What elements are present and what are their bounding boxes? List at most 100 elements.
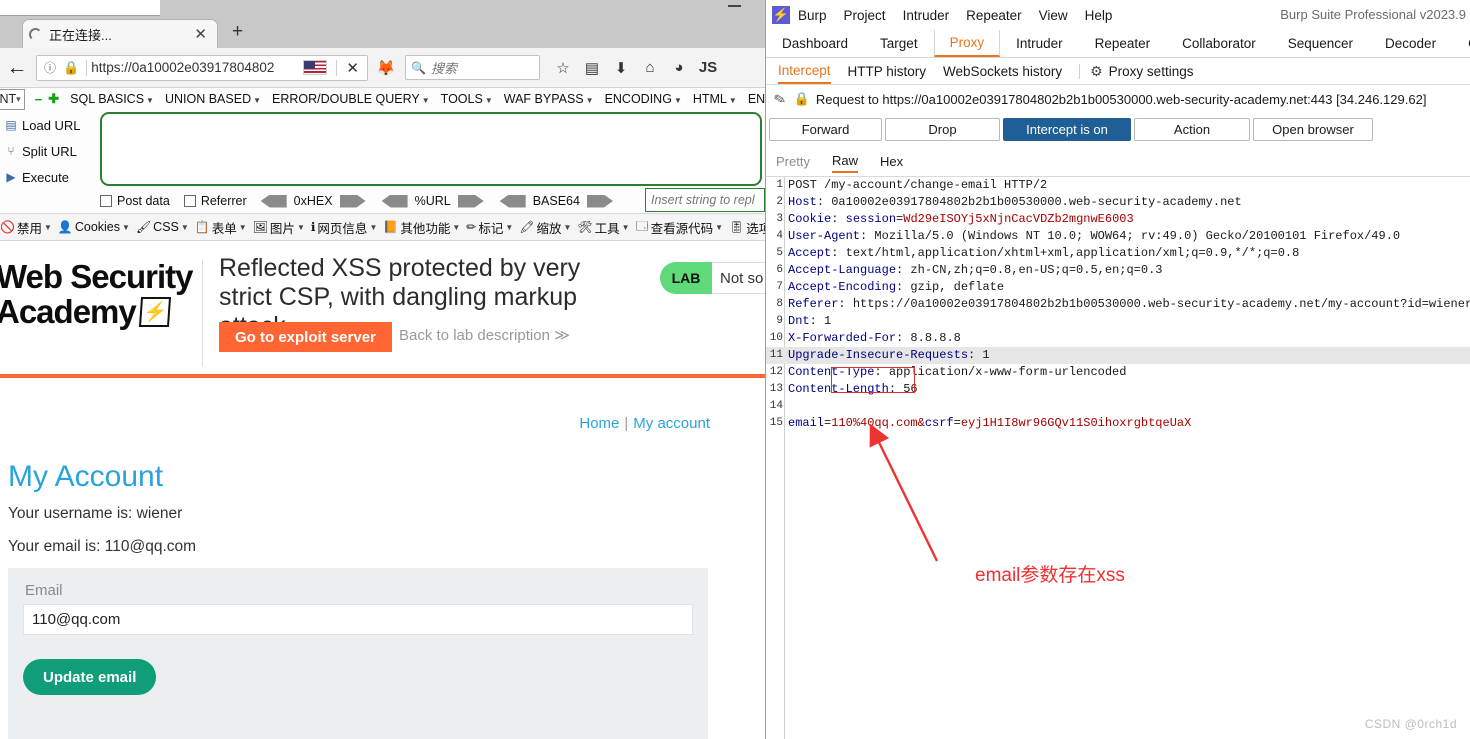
proxy-settings-button[interactable]: ⚙ Proxy settings bbox=[1090, 63, 1193, 80]
account-icon[interactable]: ◕ bbox=[666, 55, 692, 81]
info-icon[interactable]: ⓘ bbox=[40, 59, 60, 76]
wd-item-cookies[interactable]: 👤 Cookies ▼ bbox=[58, 220, 130, 234]
hackbar-menu-waf-bypass[interactable]: WAF BYPASS ▼ bbox=[504, 92, 594, 106]
wd-item-resize[interactable]: 🖍 缩放 ▼ bbox=[519, 218, 571, 237]
request-line: 8 Referer: https://0a10002e03917804802b2b… bbox=[766, 296, 1470, 313]
go-to-exploit-server-button[interactable]: Go to exploit server bbox=[219, 322, 392, 352]
home-icon[interactable]: ⌂ bbox=[637, 55, 663, 81]
menu-view[interactable]: View bbox=[1039, 8, 1068, 23]
address-bar[interactable]: ⓘ 🔒 https://0a10002e03917804802 ✕ bbox=[36, 54, 368, 81]
add-icon[interactable]: ✚ bbox=[48, 91, 59, 107]
format-hex[interactable]: Hex bbox=[880, 154, 903, 172]
insert-string-input[interactable]: Insert string to repl bbox=[645, 188, 765, 212]
wd-item-disable[interactable]: 🚫 禁用 ▼ bbox=[0, 218, 52, 237]
tab-repeater[interactable]: Repeater bbox=[1079, 30, 1167, 57]
hackbar-menu-tools[interactable]: TOOLS ▼ bbox=[441, 92, 493, 106]
wd-item-images[interactable]: 🖼 图片 ▼ bbox=[253, 218, 305, 237]
change-email-form: Email 110@qq.com Update email bbox=[8, 568, 708, 739]
intercept-toggle-button[interactable]: Intercept is on bbox=[1003, 118, 1131, 141]
hex-encode-group[interactable]: 0xHEX bbox=[260, 194, 366, 208]
encode-arrow-icon[interactable] bbox=[586, 194, 613, 208]
subtab-websockets-history[interactable]: WebSockets history bbox=[943, 60, 1062, 83]
referrer-checkbox[interactable]: Referrer bbox=[183, 194, 247, 208]
chevron-down-icon: ▼ bbox=[673, 96, 682, 105]
remove-icon[interactable]: − bbox=[35, 92, 43, 107]
email-field[interactable]: 110@qq.com bbox=[23, 604, 693, 635]
hackbar-menu-encryption[interactable]: EN bbox=[748, 92, 765, 106]
tab-proxy[interactable]: Proxy bbox=[933, 30, 1001, 57]
hackbar-url-textarea[interactable] bbox=[100, 112, 762, 186]
update-email-button[interactable]: Update email bbox=[23, 659, 157, 695]
tab-target[interactable]: Target bbox=[864, 30, 934, 57]
request-editor-pane[interactable]: 1 POST /my-account/change-email HTTP/2 2 Ho… bbox=[766, 176, 1470, 739]
hackbar-type-select[interactable]: INT ▾ bbox=[0, 88, 25, 110]
tab-comparer[interactable]: Co bbox=[1452, 30, 1470, 57]
close-icon[interactable]: ✕ bbox=[190, 25, 211, 43]
encode-arrow-icon[interactable] bbox=[339, 194, 366, 208]
subtab-intercept[interactable]: Intercept bbox=[778, 59, 831, 84]
download-icon[interactable]: ⬇ bbox=[608, 55, 634, 81]
minimize-icon[interactable] bbox=[728, 5, 741, 7]
wd-item-outline[interactable]: ✏ 标记 ▼ bbox=[466, 218, 513, 237]
menu-repeater[interactable]: Repeater bbox=[966, 8, 1022, 23]
execute-label: Execute bbox=[22, 169, 69, 185]
decode-arrow-icon[interactable] bbox=[499, 194, 526, 208]
message-format-tabs: Pretty Raw Hex bbox=[766, 152, 1470, 174]
extension-icon[interactable]: 🦊 bbox=[375, 59, 397, 77]
bookmark-star-icon[interactable]: ☆ bbox=[550, 55, 576, 81]
load-url-button[interactable]: ▤ Load URL bbox=[0, 112, 96, 138]
menu-intruder[interactable]: Intruder bbox=[903, 8, 950, 23]
back-arrow-icon[interactable]: ← bbox=[0, 56, 34, 80]
format-pretty[interactable]: Pretty bbox=[776, 154, 810, 172]
hackbar-menu-sql-basics[interactable]: SQL BASICS ▼ bbox=[70, 92, 154, 106]
tab-collaborator[interactable]: Collaborator bbox=[1166, 30, 1272, 57]
nav-home-link[interactable]: Home bbox=[579, 415, 619, 432]
menu-burp[interactable]: Burp bbox=[798, 8, 827, 23]
hackbar-menu-encoding[interactable]: ENCODING ▼ bbox=[605, 92, 682, 106]
chevron-down-icon: ▼ bbox=[296, 222, 305, 232]
wd-item-misc[interactable]: 📙 其他功能 ▼ bbox=[383, 218, 460, 237]
wd-label: 其他功能 bbox=[400, 221, 451, 236]
base64-label: BASE64 bbox=[532, 194, 580, 208]
url-encode-group[interactable]: %URL bbox=[381, 194, 484, 208]
search-box[interactable]: 🔍 搜索 bbox=[405, 55, 540, 80]
browser-tab[interactable]: 正在连接... ✕ bbox=[22, 19, 218, 48]
wd-item-tools[interactable]: 🛠 工具 ▼ bbox=[577, 218, 629, 237]
wd-item-css[interactable]: 🖌 CSS ▼ bbox=[136, 220, 189, 234]
lock-icon: 🔒 bbox=[63, 59, 80, 75]
email-line: Your email is: 110@qq.com bbox=[8, 538, 197, 555]
split-url-button[interactable]: ⑂ Split URL bbox=[0, 138, 96, 164]
base64-encode-group[interactable]: BASE64 bbox=[499, 194, 613, 208]
back-to-lab-description-link[interactable]: Back to lab description ≫ bbox=[399, 326, 570, 344]
request-line: 11 Upgrade-Insecure-Requests: 1 bbox=[766, 347, 1470, 364]
wd-item-forms[interactable]: 📋 表单 ▼ bbox=[195, 218, 247, 237]
wd-item-options[interactable]: 🎚选项▼ bbox=[729, 218, 765, 237]
encode-arrow-icon[interactable] bbox=[457, 194, 484, 208]
menu-help[interactable]: Help bbox=[1085, 8, 1113, 23]
post-data-checkbox[interactable]: Post data bbox=[100, 194, 170, 208]
nav-my-account-link[interactable]: My account bbox=[633, 415, 710, 432]
execute-button[interactable]: ▶ Execute bbox=[0, 164, 96, 190]
reader-icon[interactable]: ▤ bbox=[579, 55, 605, 81]
drop-button[interactable]: Drop bbox=[885, 118, 1000, 141]
tab-intruder[interactable]: Intruder bbox=[1000, 30, 1079, 57]
format-raw[interactable]: Raw bbox=[831, 153, 858, 173]
hackbar-menu-union-based[interactable]: UNION BASED ▼ bbox=[165, 92, 261, 106]
tab-sequencer[interactable]: Sequencer bbox=[1272, 30, 1369, 57]
decode-arrow-icon[interactable] bbox=[260, 194, 287, 208]
menu-project[interactable]: Project bbox=[844, 8, 886, 23]
hackbar-menu-error-double-query[interactable]: ERROR/DOUBLE QUERY ▼ bbox=[272, 92, 430, 106]
tab-decoder[interactable]: Decoder bbox=[1369, 30, 1452, 57]
forward-button[interactable]: Forward bbox=[769, 118, 882, 141]
stop-icon[interactable]: ✕ bbox=[341, 59, 364, 77]
wd-item-page-info[interactable]: ℹ 网页信息 ▼ bbox=[311, 218, 378, 237]
js-icon[interactable]: JS bbox=[695, 55, 721, 81]
wd-item-view-source[interactable]: 🗔 查看源代码 ▼ bbox=[636, 217, 723, 238]
tab-dashboard[interactable]: Dashboard bbox=[766, 30, 864, 57]
action-button[interactable]: Action bbox=[1134, 118, 1250, 141]
subtab-http-history[interactable]: HTTP history bbox=[848, 60, 927, 83]
new-tab-icon[interactable]: + bbox=[232, 22, 243, 41]
decode-arrow-icon[interactable] bbox=[381, 194, 408, 208]
hackbar-menu-html[interactable]: HTML ▼ bbox=[693, 92, 737, 106]
open-browser-button[interactable]: Open browser bbox=[1253, 118, 1373, 141]
